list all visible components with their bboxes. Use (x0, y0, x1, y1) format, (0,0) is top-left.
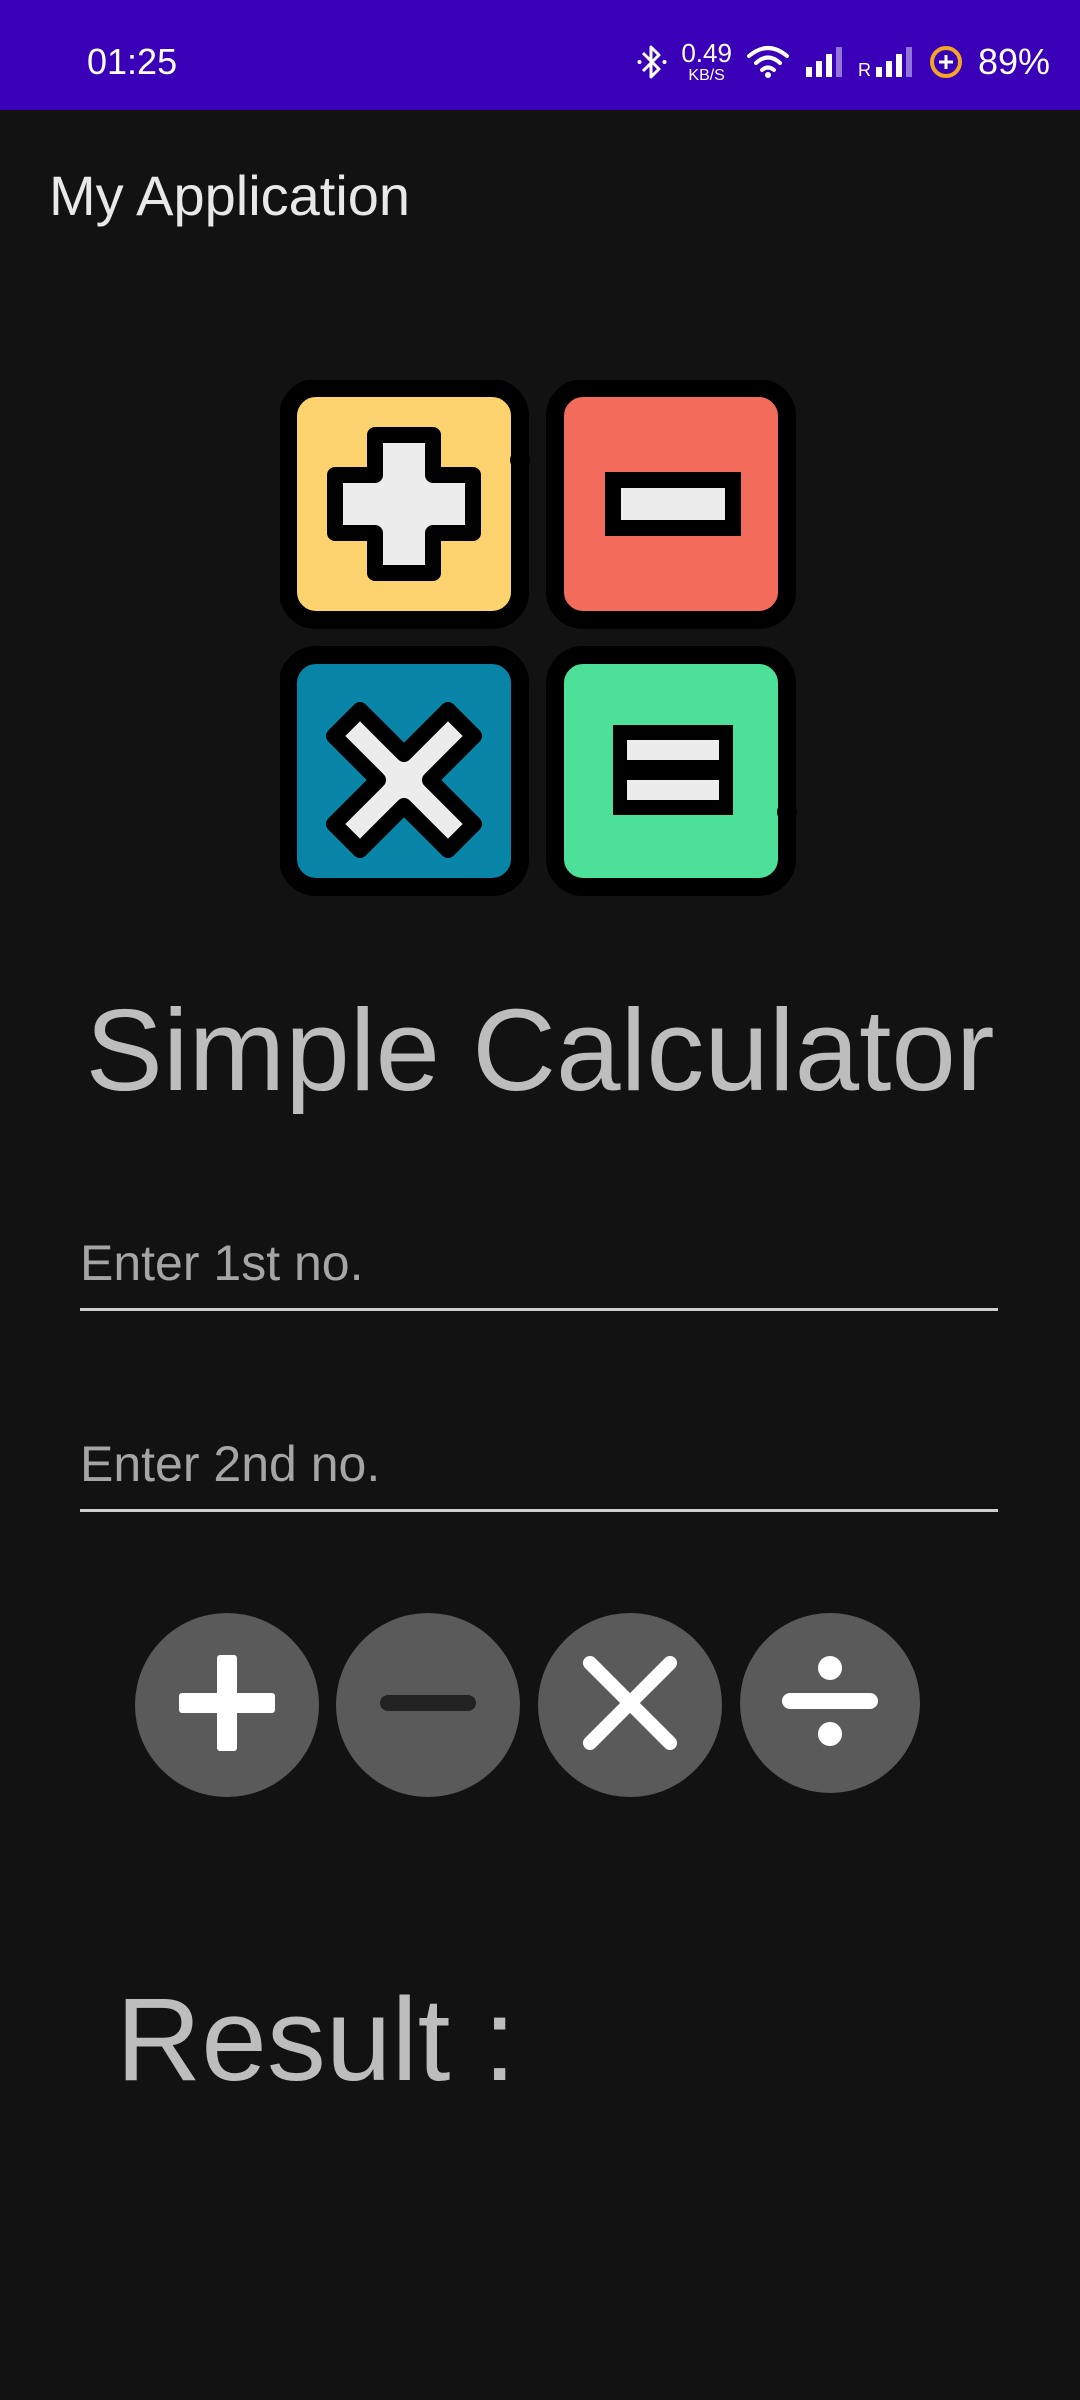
battery-saver-icon (928, 44, 964, 80)
calculator-screen: 01:25 0.49 KB/S R 89% My Application Sim… (0, 0, 1080, 2400)
minus-icon (378, 1693, 478, 1718)
add-button[interactable] (135, 1613, 319, 1797)
signal-icon (804, 45, 844, 79)
second-number-field (80, 1419, 998, 1512)
plus-icon (177, 1653, 277, 1758)
calculator-logo-icon (279, 379, 800, 900)
battery-percent: 89% (977, 41, 1050, 82)
second-number-input[interactable] (80, 1419, 998, 1509)
network-speed-value: 0.49 (681, 38, 732, 68)
result-label: Result : (116, 1974, 517, 2106)
multiply-button[interactable] (538, 1613, 722, 1797)
bluetooth-icon (637, 42, 667, 82)
signal-roaming-icon: R (858, 45, 914, 79)
subtract-button[interactable] (336, 1613, 520, 1797)
wifi-icon (746, 44, 790, 80)
network-speed: 0.49 KB/S (681, 40, 732, 84)
first-number-field (80, 1218, 998, 1311)
divide-button[interactable] (740, 1613, 920, 1793)
multiply-icon (580, 1653, 680, 1758)
status-time: 01:25 (87, 41, 178, 82)
status-bar: 01:25 0.49 KB/S R 89% (0, 0, 1080, 110)
app-title: My Application (49, 164, 411, 227)
first-number-input[interactable] (80, 1218, 998, 1308)
status-icons: 0.49 KB/S R 89% (637, 30, 1050, 94)
network-speed-unit: KB/S (688, 67, 725, 84)
page-title: Simple Calculator (85, 985, 995, 1115)
roaming-label: R (857, 60, 871, 80)
divide-icon (780, 1651, 880, 1756)
